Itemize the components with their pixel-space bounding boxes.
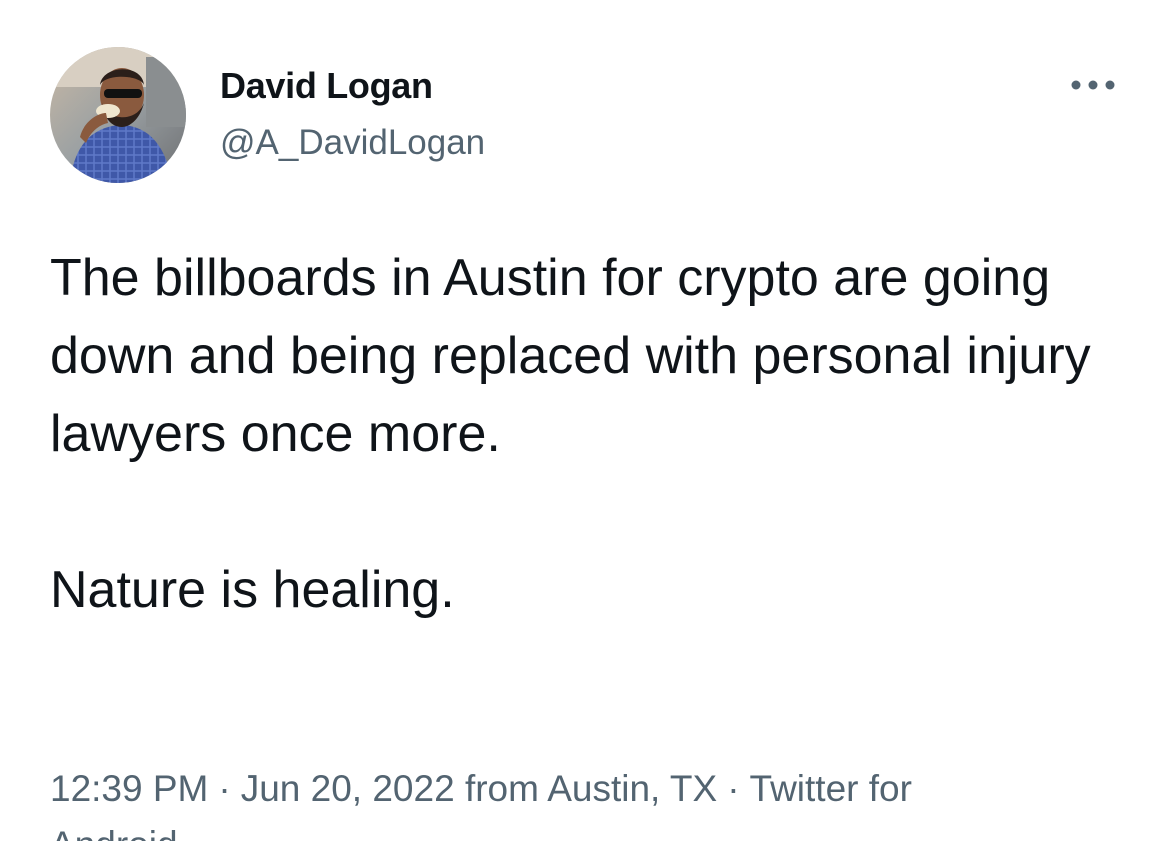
tweet-time[interactable]: 12:39 PM: [50, 768, 208, 809]
author-display-name[interactable]: David Logan: [220, 64, 433, 108]
tweet-source[interactable]: Twitter for: [750, 768, 912, 809]
tweet-card: David Logan @A_DavidLogan The billboards…: [0, 0, 1170, 841]
separator: ·: [727, 768, 740, 809]
tweet-location: from Austin, TX: [464, 768, 718, 809]
tweet-paragraph: The billboards in Austin for crypto are …: [50, 249, 1091, 463]
tweet-date[interactable]: Jun 20, 2022: [241, 768, 455, 809]
tweet-text: The billboards in Austin for crypto are …: [50, 239, 1130, 629]
avatar[interactable]: [50, 47, 186, 183]
tweet-paragraph: Nature is healing.: [50, 561, 455, 619]
author-handle[interactable]: @A_DavidLogan: [220, 121, 485, 165]
more-horizontal-icon: [1071, 80, 1115, 90]
tweet-source-overflow: Android: [50, 815, 178, 841]
more-options-button[interactable]: [1062, 66, 1124, 104]
tweet-source-continued: Android: [50, 819, 178, 841]
avatar-photo: [50, 47, 186, 183]
separator: ·: [218, 768, 231, 809]
tweet-metadata: 12:39 PM · Jun 20, 2022 from Austin, TX · Tw…: [50, 763, 912, 841]
